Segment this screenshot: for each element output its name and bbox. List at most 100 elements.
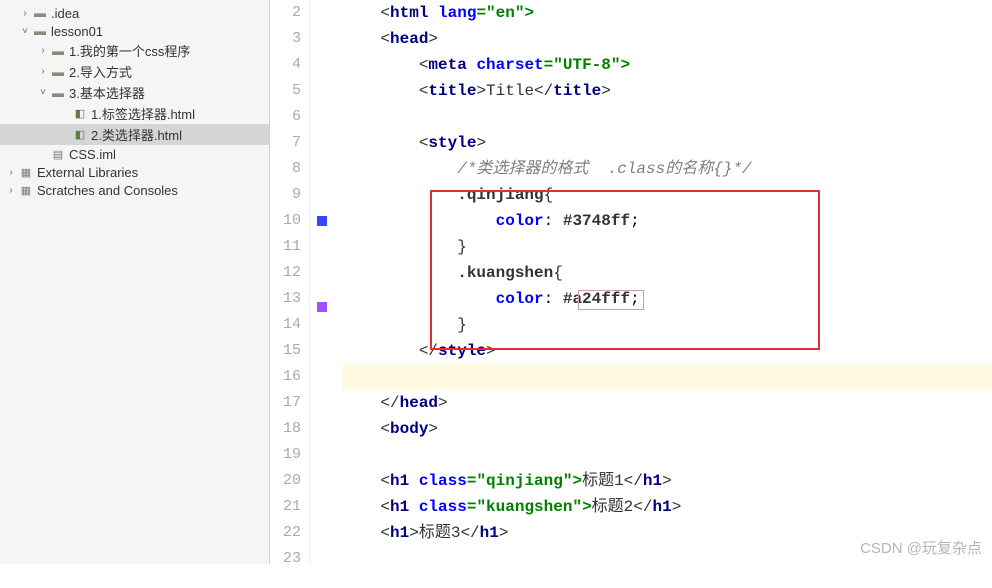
gutter-marker-slot [310,242,334,268]
html-file-icon: ◧ [72,127,88,143]
code-content[interactable]: <html lang="en"> <head> <meta charset="U… [334,0,992,564]
gutter-marker-slot [310,458,334,484]
line-number: 20 [270,468,301,494]
tree-arrow-icon[interactable]: ˅ [18,26,32,37]
gutter-marker-slot [310,104,334,130]
color-marker-icon[interactable] [317,216,327,226]
tree-item-label: 2.类选择器.html [91,125,182,144]
gutter-markers [310,0,334,564]
line-number: 7 [270,130,301,156]
line-number: 9 [270,182,301,208]
line-number: 5 [270,78,301,104]
line-number: 22 [270,520,301,546]
tree-item-label: 3.基本选择器 [69,83,145,102]
gutter-marker-slot [310,216,334,242]
line-number: 18 [270,416,301,442]
line-number: 19 [270,442,301,468]
line-number: 10 [270,208,301,234]
line-number: 17 [270,390,301,416]
tree-item[interactable]: ◧1.标签选择器.html [0,103,269,124]
line-number: 2 [270,0,301,26]
line-number: 12 [270,260,301,286]
code-line: <style> [342,130,992,156]
line-number: 3 [270,26,301,52]
code-line: color: #3748ff; [342,208,992,234]
project-sidebar: ›▬.idea˅▬lesson01›▬1.我的第一个css程序›▬2.导入方式˅… [0,0,270,564]
gutter-marker-slot [310,268,334,294]
folder-icon: ▬ [50,43,66,59]
line-number: 4 [270,52,301,78]
tree-item[interactable]: ›▬1.我的第一个css程序 [0,40,269,61]
color-marker-icon[interactable] [317,302,327,312]
tree-item[interactable]: ›▬2.导入方式 [0,61,269,82]
tree-item[interactable]: ›▦Scratches and Consoles [0,181,269,199]
tree-item[interactable]: ˅▬3.基本选择器 [0,82,269,103]
code-line: .qinjiang{ [342,182,992,208]
gutter-marker-slot [310,0,334,26]
tree-arrow-icon[interactable]: › [36,66,50,77]
tree-arrow-icon[interactable]: › [4,185,18,196]
tree-item-label: .idea [51,6,79,21]
tree-item[interactable]: ˅▬lesson01 [0,22,269,40]
gutter-marker-slot [310,302,334,328]
library-icon: ▦ [18,182,34,198]
line-number: 11 [270,234,301,260]
folder-icon: ▬ [32,5,48,21]
tree-item-label: 2.导入方式 [69,62,132,81]
line-number: 16 [270,364,301,390]
tree-arrow-icon[interactable]: › [18,8,32,19]
code-line: </head> [342,390,992,416]
code-line: /*类选择器的格式 .class的名称{}*/ [342,156,992,182]
code-line: <head> [342,26,992,52]
tree-item-label: External Libraries [37,165,138,180]
watermark: CSDN @玩复杂点 [860,537,982,558]
code-line [342,442,992,468]
line-numbers: 234567891011121314151617181920212223 [270,0,310,564]
gutter-marker-slot [310,156,334,182]
code-line: } [342,234,992,260]
code-line: color: #a24fff; [342,286,992,312]
library-icon: ▦ [18,164,34,180]
tree-arrow-icon[interactable]: › [4,167,18,178]
gutter-marker-slot [310,182,334,208]
code-line: } [342,312,992,338]
html-file-icon: ◧ [72,106,88,122]
line-number: 15 [270,338,301,364]
gutter-marker-slot [310,484,334,510]
gutter-marker-slot [310,380,334,406]
tree-arrow-icon[interactable]: › [36,45,50,56]
code-line: </style> [342,338,992,364]
file-icon: ▤ [50,146,66,162]
line-number: 23 [270,546,301,572]
tree-arrow-icon[interactable]: ˅ [36,87,50,98]
tree-item-label: CSS.iml [69,147,116,162]
gutter-marker-slot [310,130,334,156]
code-line: <h1 class="qinjiang">标题1</h1> [342,468,992,494]
code-line: .kuangshen{ [342,260,992,286]
gutter-marker-slot [310,328,334,354]
gutter-marker-slot [310,562,334,588]
gutter-marker-slot [310,510,334,536]
code-line: <h1 class="kuangshen">标题2</h1> [342,494,992,520]
gutter-marker-slot [310,406,334,432]
tree-item[interactable]: ›▦External Libraries [0,163,269,181]
code-editor[interactable]: 234567891011121314151617181920212223 <ht… [270,0,992,564]
tree-item[interactable]: ›▬.idea [0,4,269,22]
line-number: 13 [270,286,301,312]
gutter-marker-slot [310,536,334,562]
line-number: 8 [270,156,301,182]
tree-item-label: Scratches and Consoles [37,183,178,198]
folder-icon: ▬ [50,64,66,80]
tree-item-label: 1.标签选择器.html [91,104,195,123]
code-line: <html lang="en"> [342,0,992,26]
tree-item-label: 1.我的第一个css程序 [69,41,190,60]
gutter-marker-slot [310,78,334,104]
code-line-current [342,364,992,390]
code-line [342,104,992,130]
gutter-marker-slot [310,354,334,380]
tree-item[interactable]: ◧2.类选择器.html [0,124,269,145]
folder-icon: ▬ [50,85,66,101]
tree-item[interactable]: ▤CSS.iml [0,145,269,163]
line-number: 21 [270,494,301,520]
gutter-marker-slot [310,432,334,458]
